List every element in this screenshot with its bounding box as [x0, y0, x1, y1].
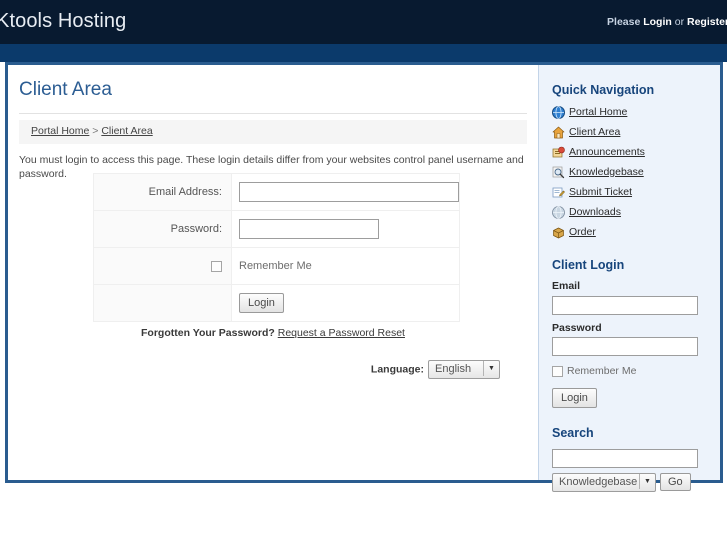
search-controls-row: Knowledgebase ▼ Go: [552, 472, 707, 492]
language-select-value: English: [435, 363, 472, 375]
remember-label-cell: Remember Me: [231, 247, 460, 285]
breadcrumb-client-area[interactable]: Client Area: [101, 125, 152, 137]
sidebar-link-knowledgebase[interactable]: Knowledgebase: [569, 166, 644, 178]
sidebar-remember-row: Remember Me: [552, 365, 707, 377]
sidebar-item-announcements[interactable]: Announcements: [552, 145, 707, 160]
package-icon: [552, 226, 565, 239]
remember-checkbox-cell: [93, 247, 232, 285]
sidebar-link-announcements[interactable]: Announcements: [569, 146, 645, 158]
login-button[interactable]: Login: [239, 293, 284, 313]
sidebar-item-knowledgebase[interactable]: Knowledgebase: [552, 165, 707, 180]
site-title: Ktools Hosting: [0, 10, 127, 32]
email-row: Email Address:: [93, 173, 460, 211]
remember-me-checkbox[interactable]: [211, 260, 222, 272]
breadcrumb-separator: >: [92, 125, 99, 137]
sidebar-remember-me-label: Remember Me: [567, 365, 637, 377]
sidebar-inner: Quick Navigation Portal Home Client Area: [552, 83, 707, 492]
search-title: Search: [552, 426, 594, 440]
password-field-cell: [231, 210, 460, 248]
request-password-reset-link[interactable]: Request a Password Reset: [278, 327, 405, 339]
search-input[interactable]: [552, 448, 698, 468]
client-login-title: Client Login: [552, 258, 625, 272]
ticket-icon: [552, 186, 565, 199]
sidebar-item-submit-ticket[interactable]: Submit Ticket: [552, 185, 707, 200]
login-form-table: Email Address: Password: Remember Me Log…: [93, 173, 460, 322]
sidebar-link-order[interactable]: Order: [569, 226, 596, 238]
magnifier-icon: [552, 166, 565, 179]
header-register-link[interactable]: Register: [687, 16, 727, 28]
language-label: Language:: [370, 363, 424, 376]
breadcrumb: Portal Home > Client Area: [19, 120, 527, 144]
header-prompt-text: Please: [607, 16, 644, 28]
sidebar-item-client-area[interactable]: Client Area: [552, 125, 707, 140]
sidebar: Quick Navigation Portal Home Client Area: [538, 65, 720, 492]
search-scope-select[interactable]: Knowledgebase ▼: [552, 472, 656, 492]
page-title: Client Area: [19, 79, 112, 100]
submit-spacer-cell: [93, 284, 232, 322]
forgot-password-text: Forgotten Your Password?: [141, 327, 275, 339]
language-select[interactable]: English ▼: [428, 360, 500, 379]
header-prompt-separator: or: [671, 16, 687, 28]
header-auth-links: Please Login or Register: [607, 16, 727, 28]
email-input[interactable]: [239, 182, 459, 202]
breadcrumb-portal-home[interactable]: Portal Home: [31, 125, 89, 137]
sidebar-link-client-area[interactable]: Client Area: [569, 126, 620, 138]
sidebar-remember-me-checkbox[interactable]: [552, 365, 563, 377]
submit-row: Login: [93, 284, 460, 322]
sidebar-item-order[interactable]: Order: [552, 225, 707, 240]
sidebar-email-input[interactable]: [552, 295, 698, 315]
download-globe-icon: [552, 206, 565, 219]
sidebar-login-button[interactable]: Login: [552, 388, 597, 408]
remember-me-label: Remember Me: [239, 260, 312, 272]
site-header: Ktools Hosting Please Login or Register: [0, 0, 727, 44]
content-container: Client Area Portal Home > Client Area Yo…: [5, 62, 723, 492]
password-input[interactable]: [239, 219, 379, 239]
submit-button-cell: Login: [231, 284, 460, 322]
remember-row: Remember Me: [93, 247, 460, 285]
chevron-down-icon: ▼: [639, 473, 655, 489]
email-label: Email Address:: [93, 173, 232, 211]
page-root: Ktools Hosting Please Login or Register …: [0, 0, 727, 545]
sidebar-password-input[interactable]: [552, 337, 698, 356]
main-column: Client Area Portal Home > Client Area Yo…: [8, 65, 538, 480]
sidebar-link-portal-home[interactable]: Portal Home: [569, 106, 627, 118]
sidebar-link-submit-ticket[interactable]: Submit Ticket: [569, 186, 632, 198]
search-go-button[interactable]: Go: [660, 473, 691, 491]
nav-band: [0, 44, 727, 62]
sidebar-link-downloads[interactable]: Downloads: [569, 206, 621, 218]
chevron-down-icon: ▼: [483, 361, 499, 376]
language-selector-row: Language: English ▼: [371, 360, 500, 379]
password-label: Password:: [93, 210, 232, 248]
sidebar-item-downloads[interactable]: Downloads: [552, 205, 707, 220]
search-scope-value: Knowledgebase: [559, 475, 638, 488]
sidebar-password-label: Password: [552, 321, 602, 334]
forgot-password-line: Forgotten Your Password? Request a Passw…: [8, 327, 538, 339]
header-login-link[interactable]: Login: [643, 16, 672, 28]
breadcrumb-inner: Portal Home > Client Area: [31, 125, 153, 137]
home-icon: [552, 126, 565, 139]
quick-navigation-title: Quick Navigation: [552, 83, 655, 97]
announcement-icon: [552, 146, 565, 159]
email-field-cell: [231, 173, 460, 211]
sidebar-item-portal-home[interactable]: Portal Home: [552, 105, 707, 120]
sidebar-email-label: Email: [552, 280, 581, 292]
quick-navigation-list: Portal Home Client Area Announcements Kn…: [552, 105, 707, 240]
password-row: Password:: [93, 210, 460, 248]
title-divider: [19, 113, 527, 114]
globe-icon: [552, 106, 565, 119]
